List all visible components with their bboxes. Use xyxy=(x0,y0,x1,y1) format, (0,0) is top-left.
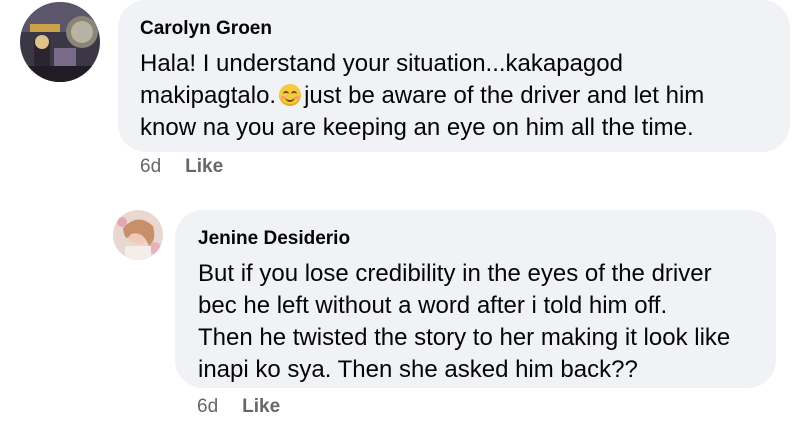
comment-line-part: just be aware of the driver and let him xyxy=(304,82,705,109)
comment-line: bec he left without a word after i told … xyxy=(198,292,668,319)
comment-author[interactable]: Jenine Desiderio xyxy=(198,228,776,250)
avatar[interactable] xyxy=(20,2,100,82)
like-button[interactable]: Like xyxy=(242,396,280,417)
comment-line: Then he twisted the story to her making … xyxy=(198,324,731,351)
comment-meta: 6d Like xyxy=(197,396,280,418)
comment-line: know na you are keeping an eye on him al… xyxy=(140,114,694,141)
comment-timestamp[interactable]: 6d xyxy=(140,156,161,177)
comment-text: Hala! I understand your situation...kaka… xyxy=(140,48,790,144)
comment-line-part: makipagtalo. xyxy=(140,82,277,109)
comment-timestamp[interactable]: 6d xyxy=(197,396,218,417)
like-button[interactable]: Like xyxy=(185,156,223,177)
comment-text: But if you lose credibility in the eyes … xyxy=(198,258,776,386)
comment-line-with-emoji: makipagtalo. just be aware of the driver … xyxy=(140,80,790,112)
avatar[interactable] xyxy=(113,210,163,260)
comment-line: inapi ko sya. Then she asked him back?? xyxy=(198,356,638,383)
reply-bubble: Jenine Desiderio But if you lose credibi… xyxy=(175,210,776,388)
avatar-photo xyxy=(20,2,100,82)
comment-thread: Carolyn Groen Hala! I understand your si… xyxy=(0,0,800,432)
comment-author[interactable]: Carolyn Groen xyxy=(140,18,790,40)
comment-meta: 6d Like xyxy=(140,156,223,178)
smiling-face-emoji-icon xyxy=(279,84,302,106)
comment-bubble: Carolyn Groen Hala! I understand your si… xyxy=(118,0,790,152)
comment-line: Hala! I understand your situation...kaka… xyxy=(140,50,623,77)
avatar-photo xyxy=(113,210,163,260)
comment-line: But if you lose credibility in the eyes … xyxy=(198,260,712,287)
